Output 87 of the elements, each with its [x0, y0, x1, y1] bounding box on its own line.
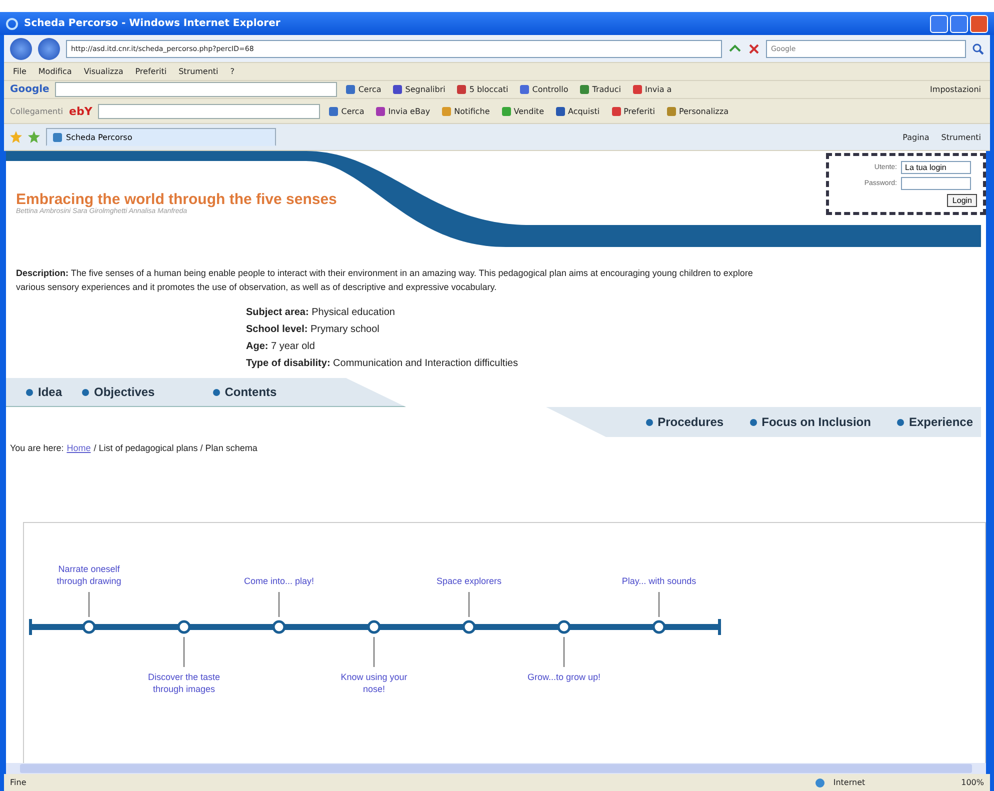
globe-icon — [815, 778, 826, 788]
toolbar-button[interactable]: Segnalibri — [390, 84, 448, 95]
bullet-icon — [750, 418, 757, 426]
window-title: Scheda Percorso - Windows Internet Explorer — [24, 18, 282, 29]
milestone-node[interactable] — [177, 620, 191, 634]
breadcrumb-link[interactable]: Home — [66, 443, 91, 453]
breadcrumb-path: / List of pedagogical plans / Plan schema — [94, 443, 258, 453]
favorites-star-icon[interactable] — [10, 131, 22, 143]
browser-tab[interactable]: Scheda Percorso — [46, 128, 276, 146]
toolbar-button[interactable]: Acquisti — [552, 106, 603, 116]
close-icon[interactable] — [748, 42, 760, 54]
detail-text: Type of disability: Communication and Interaction difficulties — [246, 357, 519, 371]
nav-link[interactable]: Idea — [26, 385, 62, 399]
toolbar-button[interactable]: Vendite — [498, 106, 547, 116]
menu-item[interactable]: Preferiti — [132, 66, 170, 77]
zoom-text[interactable]: 100% — [961, 778, 984, 787]
maximize-button[interactable] — [950, 14, 968, 32]
detail-text: Age: 7 year old — [246, 340, 316, 354]
menu-item[interactable]: ? — [227, 66, 238, 77]
status-text: Fine — [10, 778, 26, 787]
toolbar-button[interactable]: Invia eBay — [373, 106, 434, 116]
milestone-node[interactable] — [367, 620, 381, 634]
toolbar-button[interactable]: Cerca — [343, 84, 384, 95]
breadcrumb-label: You are here: — [10, 443, 64, 453]
browser-logo-icon — [6, 18, 18, 30]
toolbar-button[interactable]: Cerca — [326, 106, 368, 116]
toolbar-button[interactable]: Personalizza — [664, 106, 732, 116]
leader-line — [88, 592, 90, 618]
milestone-node[interactable] — [272, 620, 286, 634]
bullet-icon — [212, 388, 220, 396]
login-button[interactable]: Login — [947, 194, 977, 208]
nav-link[interactable]: Procedures — [646, 415, 724, 429]
nav-link[interactable]: Focus on Inclusion — [750, 415, 871, 429]
bullet-icon — [896, 418, 904, 426]
forward-button[interactable] — [38, 38, 60, 60]
milestone-link[interactable]: Narrate oneself through drawing — [47, 563, 131, 587]
nav-link[interactable]: Experience — [896, 415, 973, 429]
toolbar-logo: Google — [10, 84, 50, 95]
milestone-link[interactable]: Play... with sounds — [617, 575, 701, 587]
milestone-link[interactable]: Grow...to grow up! — [522, 671, 606, 683]
zone-text: Internet — [833, 778, 866, 787]
close-button[interactable] — [970, 14, 988, 32]
milestone-link[interactable]: Know using your nose! — [332, 671, 416, 695]
menu-item[interactable]: Modifica — [35, 66, 75, 77]
toolbar-button[interactable]: Traduci — [577, 84, 624, 95]
leader-line — [278, 592, 280, 618]
toolbar-button[interactable]: 5 bloccati — [454, 84, 512, 95]
milestone-node[interactable] — [557, 620, 571, 634]
minimize-button[interactable] — [930, 14, 948, 32]
leader-line — [468, 592, 470, 618]
description-text: Description: The five senses of a human being enable people to interact with their environment in an amazing way. This pedagogical plan aims at encouraging young children to explore various sensory experiences and it promotes the use of observation, as well as of descriptive and expressive vocabulary. — [16, 267, 754, 294]
milestone-link[interactable]: Come into... play! — [237, 575, 321, 587]
username-field[interactable]: La tua login — [901, 160, 971, 174]
milestone-node[interactable] — [652, 620, 666, 634]
bullet-icon — [646, 418, 653, 426]
milestone-node[interactable] — [82, 620, 96, 634]
detail-text: Subject area: Physical education — [246, 306, 396, 320]
command-button[interactable]: Strumenti — [938, 132, 984, 142]
toolbar-button[interactable]: Notifiche — [439, 106, 493, 116]
toolbar-button[interactable]: Invia a — [630, 84, 675, 95]
toolbar-logo: ebY — [68, 104, 92, 118]
page-icon — [53, 132, 62, 142]
toolbar-search-field[interactable] — [55, 82, 338, 97]
plan-title: Embracing the world through the five senses — [16, 191, 337, 208]
back-button[interactable] — [10, 38, 32, 60]
bullet-icon — [82, 388, 90, 396]
nav-link[interactable]: Contents — [212, 385, 277, 399]
command-button[interactable]: Pagina — [900, 132, 932, 142]
add-favorite-icon[interactable] — [28, 131, 40, 143]
bullet-icon — [26, 388, 33, 396]
toolbar-search-field[interactable] — [98, 104, 320, 118]
settings-button[interactable]: Impostazioni — [927, 84, 984, 95]
milestone-node[interactable] — [462, 620, 476, 634]
toolbar-button[interactable]: Controllo — [517, 84, 572, 95]
horizontal-scrollbar[interactable] — [6, 763, 986, 774]
search-icon[interactable] — [972, 42, 984, 54]
milestone-link[interactable]: Discover the taste through images — [142, 671, 226, 695]
leader-line — [658, 592, 660, 618]
milestone-link[interactable]: Space explorers — [427, 575, 511, 587]
password-field[interactable] — [901, 177, 971, 190]
menu-item[interactable]: Strumenti — [176, 66, 222, 77]
detail-text: School level: Prymary school — [246, 323, 380, 337]
toolbar-button[interactable]: Preferiti — [608, 106, 658, 116]
menu-item[interactable]: File — [10, 66, 30, 77]
nav-link[interactable]: Objectives — [82, 385, 155, 399]
links-label: Collegamenti — [10, 106, 63, 116]
menu-item[interactable]: Visualizza — [80, 66, 126, 77]
